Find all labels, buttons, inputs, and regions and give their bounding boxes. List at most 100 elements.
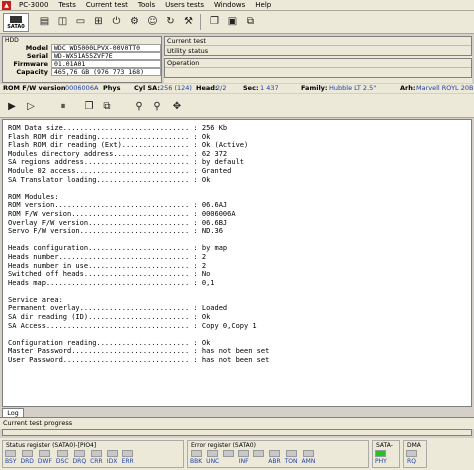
led-label: BSY [5,458,17,465]
hdd-model-value: WDC WD5000LPVX-00V0TT0 [51,44,161,52]
led-label: TON [284,458,298,465]
hdd-panel: HDD Model WDC WD5000LPVX-00V0TT0 Serial … [2,36,162,83]
led-lamp [375,450,387,457]
arh-value: Marvell ROYL 20B [416,84,474,92]
register-led: DWF [38,450,52,465]
led-label: ABR [268,458,281,465]
menu-tests[interactable]: Tests [53,0,80,11]
hdd-capacity-value: 465,76 GB (976 773 168) [51,68,161,76]
led-lamp [106,450,118,457]
status-register-caption: Status register (SATA0)-[PIO4] [6,442,97,449]
hdd-model-label: Model [25,44,48,52]
phys-label: Phys [103,84,121,92]
register-led: UNC [206,450,219,465]
register-led: TON [285,450,298,465]
menu-help[interactable]: Help [250,0,276,11]
hdd-firmware-row: Firmware 01.01A01 [3,60,161,68]
register-led: AMN [302,450,315,465]
error-register-leds: BBK UNC INF ABR TON AMN [188,450,368,465]
play-icon[interactable]: ▶ [5,99,19,113]
led-lamp [73,450,85,457]
led-lamp [302,450,314,457]
utility-toolbar: ▶ ▷ ⏸ ❐ ⧉ ⚲ ⚲ ✥ [0,94,474,118]
cyl-sa-label: Cyl SA: [134,84,160,92]
menu-users-tests[interactable]: Users tests [160,0,209,11]
menu-windows[interactable]: Windows [209,0,250,11]
register-led: DRQ [72,450,87,465]
sata-ii-caption: SATA-II [376,442,393,457]
sata-port-button[interactable]: SATA0 [3,13,29,32]
led-lamp [238,450,250,457]
hdd-panel-title: HDD [5,37,19,44]
menu-tools[interactable]: Tools [133,0,160,11]
tab-log[interactable]: Log [2,408,24,417]
hdd-capacity-label: Capacity [16,68,48,76]
led-lamp [406,450,417,457]
menu-pc3000[interactable]: PC-3000 [14,0,53,11]
console-text: ROM Data size...........................… [8,124,270,365]
led-label: CRR [90,458,103,465]
error-register-group: Error register (SATA0) BBK UNC INF ABR TON AM… [187,440,369,468]
test-info-panel: Current test Utility status Operation [164,36,472,83]
register-led: ERR [122,450,134,465]
reset-icon[interactable]: ↻ [163,14,178,29]
led-label: INF [238,458,249,465]
console-output[interactable]: ROM Data size...........................… [2,119,472,407]
duplicate-icon[interactable]: ⧉ [100,99,114,113]
led-lamp [122,450,134,457]
sata-ii-group: SATA-II PHY [372,440,400,468]
app-logo-icon: ▲ [2,0,11,10]
register-led [223,450,235,465]
led-label: ERR [121,458,134,465]
current-test-progress-label: Current test progress [0,417,474,429]
copy-icon[interactable]: ❐ [207,14,222,29]
register-led: RQ [406,450,417,465]
dma-group: DMA RQ [403,440,427,468]
sec-label: Sec: [243,84,259,92]
hdd-model-row: Model WDC WD5000LPVX-00V0TT0 [3,44,161,52]
led-lamp [223,450,235,457]
settings-icon[interactable]: ⚙ [127,14,142,29]
menu-current-test[interactable]: Current test [81,0,133,11]
error-register-caption: Error register (SATA0) [191,442,256,449]
drive-status-line: ROM F/W version 0006006A Phys Cyl SA: 25… [0,84,474,93]
family-label: Family: [301,84,328,92]
user-icon[interactable]: ☺ [145,14,160,29]
hdd-serial-row: Serial WD-WX51A55ZVF7E [3,52,161,60]
cyl-sa-value: 256 (124) [160,84,192,92]
tree-icon[interactable]: ⊞ [91,14,106,29]
tools-icon[interactable]: ⚒ [181,14,196,29]
move-icon[interactable]: ✥ [170,99,184,113]
register-led: ABR [268,450,281,465]
binoculars-icon[interactable]: ⚲ [132,99,146,113]
step-icon[interactable]: ▷ [24,99,38,113]
led-label: DRQ [72,458,87,465]
registers-panel: Status register (SATA0)-[PIO4] BSY DRD DWF… [0,438,474,470]
family-value: Hubble LT 2.5" [329,84,377,92]
rom-fw-label: ROM F/W version [3,84,66,92]
cascade-icon[interactable]: ⧉ [243,14,258,29]
pause-icon[interactable]: ⏸ [56,99,70,113]
led-label: UNC [206,458,220,465]
led-lamp [56,450,68,457]
led-label: DRD [20,458,34,465]
floppy-icon[interactable]: ◫ [55,14,70,29]
led-label: IDX [106,458,118,465]
status-register-group: Status register (SATA0)-[PIO4] BSY DRD DWF… [2,440,184,468]
register-led: DRD [20,450,34,465]
register-led: IDX [106,450,118,465]
dma-leds: RQ [404,450,426,465]
current-test-header: Current test [165,37,471,46]
copy-icon[interactable]: ❐ [82,99,96,113]
sata-ii-leds: PHY [373,450,399,465]
monitor-icon[interactable]: ▭ [73,14,88,29]
sata-chip-icon [10,15,22,23]
power-icon[interactable]: ⏻ [109,14,124,29]
led-lamp [21,450,33,457]
operation-header: Operation [165,59,471,68]
window-icon[interactable]: ▣ [225,14,240,29]
open-icon[interactable]: ▤ [37,14,52,29]
find-next-icon[interactable]: ⚲ [150,99,164,113]
hdd-capacity-row: Capacity 465,76 GB (976 773 168) [3,68,161,76]
hdd-serial-value: WD-WX51A55ZVF7E [51,52,161,60]
